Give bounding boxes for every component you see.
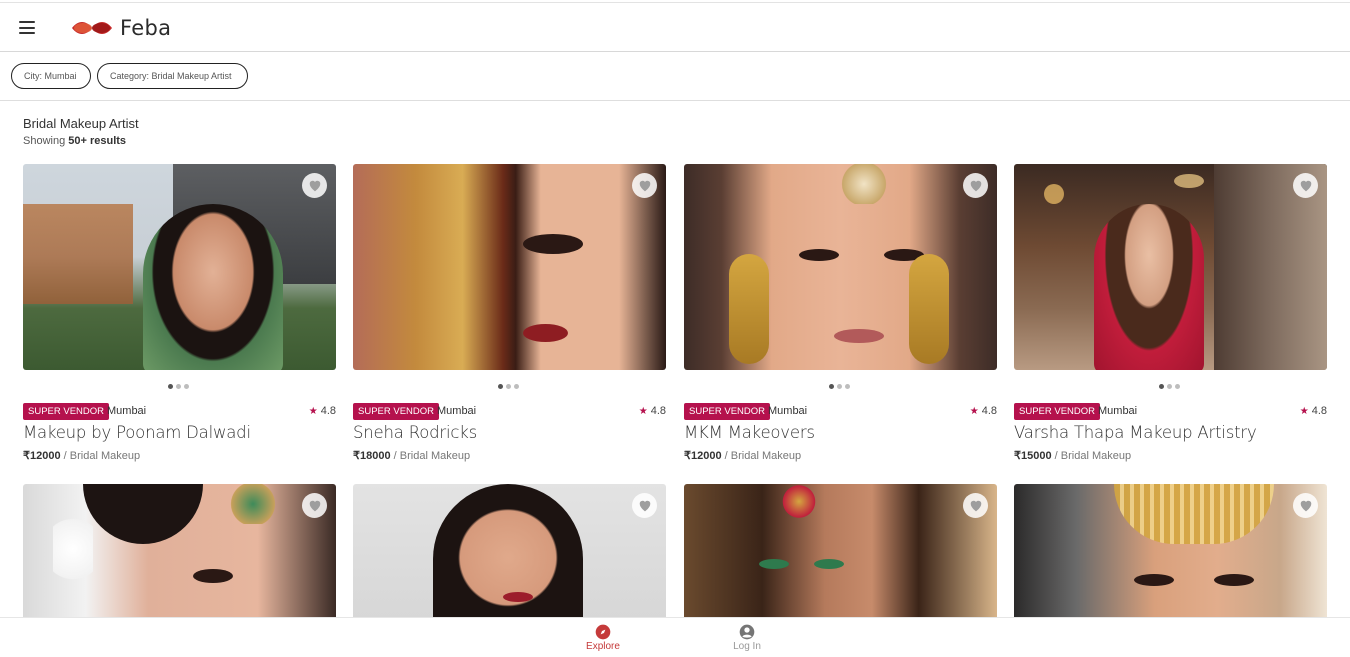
- nav-explore-label: Explore: [586, 641, 620, 652]
- compass-icon: [595, 624, 611, 640]
- vendor-card[interactable]: SUPER VENDOR Mumbai ★ 4.8 Varsha Thapa Ma…: [1014, 164, 1327, 462]
- filter-chip-category[interactable]: Category: Bridal Makeup Artist: [97, 63, 248, 89]
- favorite-heart-icon[interactable]: [1293, 493, 1318, 518]
- vendor-name[interactable]: MKM Makeovers: [684, 423, 815, 442]
- vendor-card[interactable]: [23, 484, 336, 618]
- favorite-heart-icon[interactable]: [632, 173, 657, 198]
- super-vendor-badge: SUPER VENDOR: [1014, 403, 1101, 420]
- vendor-city: Mumbai: [768, 405, 808, 417]
- vendor-photo[interactable]: [23, 484, 336, 618]
- hamburger-icon[interactable]: [19, 21, 35, 34]
- top-bar: Feba: [0, 2, 1350, 52]
- user-icon: [739, 624, 755, 640]
- carousel-dots[interactable]: [168, 384, 189, 389]
- vendor-rating: ★ 4.8: [308, 405, 336, 417]
- nav-explore[interactable]: Explore: [573, 624, 633, 652]
- super-vendor-badge: SUPER VENDOR: [684, 403, 771, 420]
- nav-login[interactable]: Log In: [717, 624, 777, 652]
- star-icon: ★: [1299, 406, 1309, 417]
- feba-logo-icon[interactable]: [70, 18, 114, 38]
- vendor-price: ₹12000 / Bridal Makeup: [23, 450, 141, 462]
- vendor-city: Mumbai: [107, 405, 147, 417]
- favorite-heart-icon[interactable]: [1293, 173, 1318, 198]
- star-icon: ★: [969, 406, 979, 417]
- results-count: Showing 50+ results: [23, 135, 126, 147]
- vendor-photo[interactable]: [1014, 484, 1327, 618]
- carousel-dots[interactable]: [829, 384, 850, 389]
- vendor-photo[interactable]: [23, 164, 336, 370]
- vendor-name[interactable]: Makeup by Poonam Dalwadi: [23, 423, 251, 442]
- vendor-price: ₹18000 / Bridal Makeup: [353, 450, 471, 462]
- bottom-nav: Explore Log In: [0, 617, 1350, 657]
- favorite-heart-icon[interactable]: [302, 173, 327, 198]
- showing-label: Showing: [23, 135, 66, 147]
- vendor-card[interactable]: [1014, 484, 1327, 618]
- carousel-dots[interactable]: [1159, 384, 1180, 389]
- vendor-name[interactable]: Varsha Thapa Makeup Artistry: [1014, 423, 1257, 442]
- vendor-rating: ★ 4.8: [638, 405, 666, 417]
- nav-login-label: Log In: [733, 641, 761, 652]
- vendor-city: Mumbai: [1098, 405, 1138, 417]
- vendor-card[interactable]: SUPER VENDOR Mumbai ★ 4.8 MKM Makeovers ₹…: [684, 164, 997, 462]
- results-number: 50+ results: [68, 135, 127, 147]
- super-vendor-badge: SUPER VENDOR: [23, 403, 110, 420]
- vendor-photo[interactable]: [684, 164, 997, 370]
- vendor-photo[interactable]: [353, 484, 666, 618]
- vendor-photo[interactable]: [1014, 164, 1327, 370]
- super-vendor-badge: SUPER VENDOR: [353, 403, 440, 420]
- listing-title: Bridal Makeup Artist: [23, 116, 139, 131]
- vendor-price: ₹12000 / Bridal Makeup: [684, 450, 802, 462]
- star-icon: ★: [308, 406, 318, 417]
- brand-name[interactable]: Feba: [120, 16, 171, 40]
- vendor-card[interactable]: [353, 484, 666, 618]
- filter-chip-city[interactable]: City: Mumbai: [11, 63, 91, 89]
- vendor-card[interactable]: SUPER VENDOR Mumbai ★ 4.8 Makeup by Poona…: [23, 164, 336, 462]
- favorite-heart-icon[interactable]: [963, 173, 988, 198]
- favorite-heart-icon[interactable]: [963, 493, 988, 518]
- vendor-photo[interactable]: [684, 484, 997, 618]
- filter-bar: City: Mumbai Category: Bridal Makeup Art…: [0, 52, 1350, 101]
- star-icon: ★: [638, 406, 648, 417]
- vendor-name[interactable]: Sneha Rodricks: [353, 423, 477, 442]
- vendor-rating: ★ 4.8: [1299, 405, 1327, 417]
- vendor-city: Mumbai: [437, 405, 477, 417]
- vendor-card[interactable]: [684, 484, 997, 618]
- vendor-price: ₹15000 / Bridal Makeup: [1014, 450, 1132, 462]
- carousel-dots[interactable]: [498, 384, 519, 389]
- vendor-rating: ★ 4.8: [969, 405, 997, 417]
- favorite-heart-icon[interactable]: [632, 493, 657, 518]
- favorite-heart-icon[interactable]: [302, 493, 327, 518]
- vendor-card[interactable]: SUPER VENDOR Mumbai ★ 4.8 Sneha Rodricks …: [353, 164, 666, 462]
- vendor-photo[interactable]: [353, 164, 666, 370]
